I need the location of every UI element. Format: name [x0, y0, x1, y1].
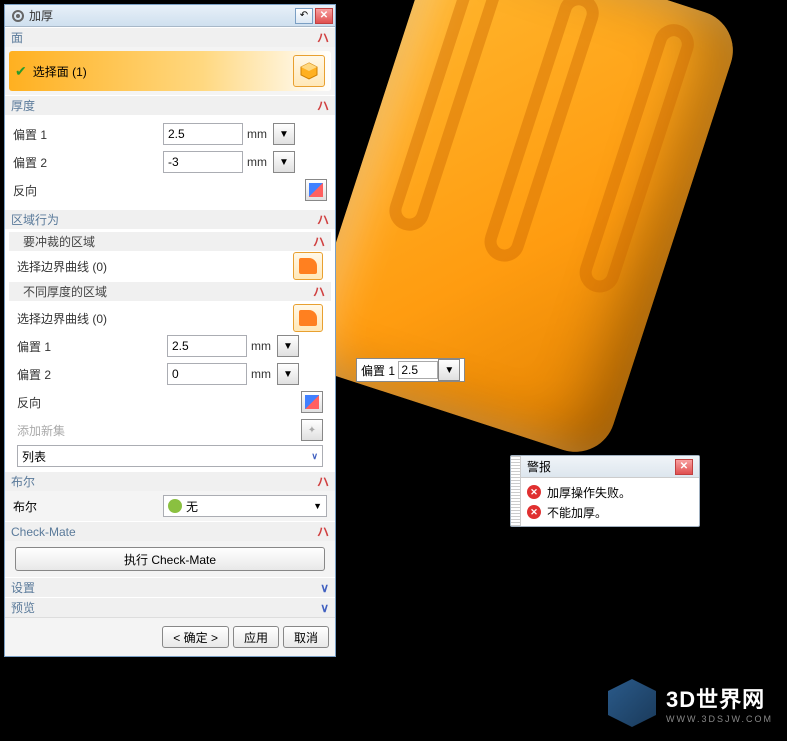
- reverse-label: 反向: [13, 182, 163, 199]
- model-groove: [479, 0, 604, 267]
- curve-filter-button[interactable]: [293, 252, 323, 280]
- collapse-icon[interactable]: ハ: [313, 283, 325, 300]
- thicken-dialog: 加厚 ↶ ✕ 面ハ ✔ 选择面 (1) 厚度ハ 偏置 1 mm ▼ 偏置 2 m…: [4, 4, 336, 657]
- undo-button[interactable]: ↶: [295, 8, 313, 24]
- add-set-button: ✦: [301, 419, 323, 441]
- chevron-down-icon: ▼: [313, 501, 322, 511]
- expand-icon[interactable]: ∨: [320, 601, 329, 615]
- error-icon: ✕: [527, 485, 541, 499]
- model-cylinder: [297, 0, 743, 462]
- collapse-icon[interactable]: ハ: [317, 473, 329, 490]
- apply-button[interactable]: 应用: [233, 626, 279, 648]
- none-icon: [168, 499, 182, 513]
- floating-input[interactable]: 偏置 1 ▼: [356, 358, 465, 382]
- dropdown-button[interactable]: ▼: [273, 123, 295, 145]
- section-checkmate: Check-Mateハ: [5, 521, 335, 541]
- dropdown-button[interactable]: ▼: [277, 335, 299, 357]
- reverse-button[interactable]: [305, 179, 327, 201]
- select-face-row[interactable]: ✔ 选择面 (1): [9, 51, 331, 91]
- check-icon: ✔: [15, 63, 27, 80]
- bool-label: 布尔: [13, 498, 163, 515]
- watermark-logo: 3D世界网 WWW.3DSJW.COM: [608, 679, 773, 727]
- dropdown-button[interactable]: ▼: [277, 363, 299, 385]
- section-diff: 不同厚度的区域ハ: [9, 281, 331, 301]
- r-offset2-label: 偏置 2: [17, 366, 167, 383]
- unit-label: mm: [247, 367, 277, 381]
- logo-icon: [608, 679, 656, 727]
- model-groove: [384, 0, 509, 236]
- title-bar[interactable]: 加厚 ↶ ✕: [5, 5, 335, 27]
- alert-msg: 不能加厚。: [547, 504, 607, 521]
- section-thickness: 厚度ハ: [5, 95, 335, 115]
- r-offset2-input[interactable]: [167, 363, 247, 385]
- section-settings: 设置∨: [5, 577, 335, 597]
- model-groove: [574, 19, 699, 298]
- error-icon: ✕: [527, 505, 541, 519]
- floating-arrow[interactable]: ▼: [438, 359, 460, 381]
- unit-label: mm: [243, 155, 273, 169]
- logo-url: WWW.3DSJW.COM: [666, 714, 773, 724]
- expand-icon[interactable]: ∨: [320, 581, 329, 595]
- collapse-icon[interactable]: ハ: [317, 211, 329, 228]
- section-punch: 要冲裁的区域ハ: [9, 231, 331, 251]
- section-preview: 预览∨: [5, 597, 335, 617]
- bool-select[interactable]: 无 ▼: [163, 495, 327, 517]
- r-reverse-label: 反向: [17, 394, 167, 411]
- list-dropdown[interactable]: 列表 ∨: [17, 445, 323, 467]
- dialog-footer: < 确定 > 应用 取消: [5, 617, 335, 656]
- dialog-title: 加厚: [29, 7, 293, 24]
- checkmate-button[interactable]: 执行 Check-Mate: [15, 547, 325, 571]
- alert-grip[interactable]: [511, 456, 521, 526]
- alert-close-button[interactable]: ✕: [675, 459, 693, 475]
- floating-value[interactable]: [398, 361, 438, 379]
- collapse-icon[interactable]: ハ: [317, 29, 329, 46]
- chevron-down-icon: ∨: [311, 451, 318, 462]
- r-offset1-label: 偏置 1: [17, 338, 167, 355]
- alert-popup: 警报 ✕ ✕ 加厚操作失败。 ✕ 不能加厚。: [510, 455, 700, 527]
- gear-icon: [11, 9, 25, 23]
- offset2-input[interactable]: [163, 151, 243, 173]
- alert-msg: 加厚操作失败。: [547, 484, 631, 501]
- select-curve-label[interactable]: 选择边界曲线 (0): [17, 258, 293, 275]
- floating-label: 偏置 1: [361, 362, 395, 379]
- offset2-label: 偏置 2: [13, 154, 163, 171]
- unit-label: mm: [243, 127, 273, 141]
- curve-filter-button[interactable]: [293, 304, 323, 332]
- section-bool: 布尔ハ: [5, 471, 335, 491]
- ok-button[interactable]: < 确定 >: [162, 626, 229, 648]
- section-face: 面ハ: [5, 27, 335, 47]
- logo-name: 3D世界网: [666, 682, 773, 714]
- offset1-label: 偏置 1: [13, 126, 163, 143]
- collapse-icon[interactable]: ハ: [317, 97, 329, 114]
- alert-title: 警报: [527, 458, 551, 475]
- select-face-label: 选择面 (1): [33, 63, 87, 80]
- collapse-icon[interactable]: ハ: [317, 523, 329, 540]
- collapse-icon[interactable]: ハ: [313, 233, 325, 250]
- cancel-button[interactable]: 取消: [283, 626, 329, 648]
- select-curve-label[interactable]: 选择边界曲线 (0): [17, 310, 293, 327]
- reverse-button[interactable]: [301, 391, 323, 413]
- add-set-label: 添加新集: [17, 422, 167, 439]
- offset1-input[interactable]: [163, 123, 243, 145]
- unit-label: mm: [247, 339, 277, 353]
- close-button[interactable]: ✕: [315, 8, 333, 24]
- section-region: 区域行为ハ: [5, 209, 335, 229]
- dropdown-button[interactable]: ▼: [273, 151, 295, 173]
- face-filter-button[interactable]: [293, 55, 325, 87]
- r-offset1-input[interactable]: [167, 335, 247, 357]
